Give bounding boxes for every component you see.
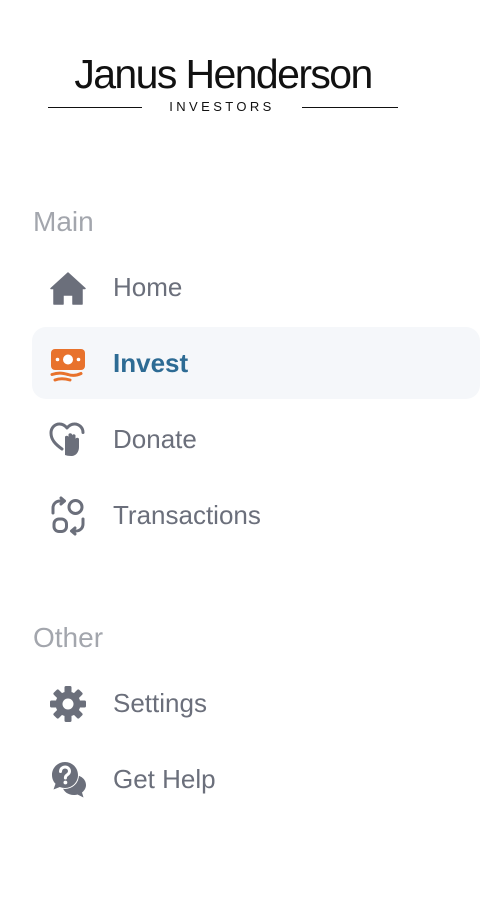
brand-logo[interactable]: Janus Henderson INVESTORS: [48, 50, 398, 116]
nav-item-home[interactable]: Home: [32, 251, 480, 323]
money-hand-icon: [48, 344, 88, 384]
home-icon: [48, 268, 88, 308]
nav-label-help: Get Help: [113, 764, 216, 794]
brand-subtitle: INVESTORS: [169, 99, 275, 114]
brand-name: Janus Henderson: [74, 51, 373, 97]
logo-rule-right: [302, 107, 398, 108]
nav-item-settings[interactable]: Settings: [32, 667, 480, 739]
nav-item-help[interactable]: Get Help: [32, 743, 480, 815]
help-chat-icon: [48, 760, 88, 800]
logo-rule-left: [48, 107, 142, 108]
transactions-icon: [48, 496, 88, 536]
nav-label-settings: Settings: [113, 688, 207, 718]
nav-label-transactions: Transactions: [113, 500, 261, 530]
nav-item-invest[interactable]: Invest: [32, 327, 480, 399]
nav-label-home: Home: [113, 272, 183, 302]
section-label-main: Main: [33, 206, 94, 237]
nav-label-donate: Donate: [113, 424, 197, 454]
nav-label-invest: Invest: [113, 348, 189, 378]
nav-item-transactions[interactable]: Transactions: [32, 479, 480, 551]
nav-item-donate[interactable]: Donate: [32, 403, 480, 475]
section-label-other: Other: [33, 622, 104, 653]
heart-hand-icon: [48, 420, 88, 460]
gear-icon: [48, 684, 88, 724]
